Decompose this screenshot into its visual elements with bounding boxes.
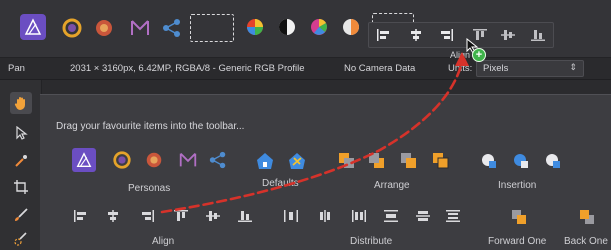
add-badge-icon: +	[472, 48, 486, 62]
drag-arrow	[160, 52, 469, 214]
